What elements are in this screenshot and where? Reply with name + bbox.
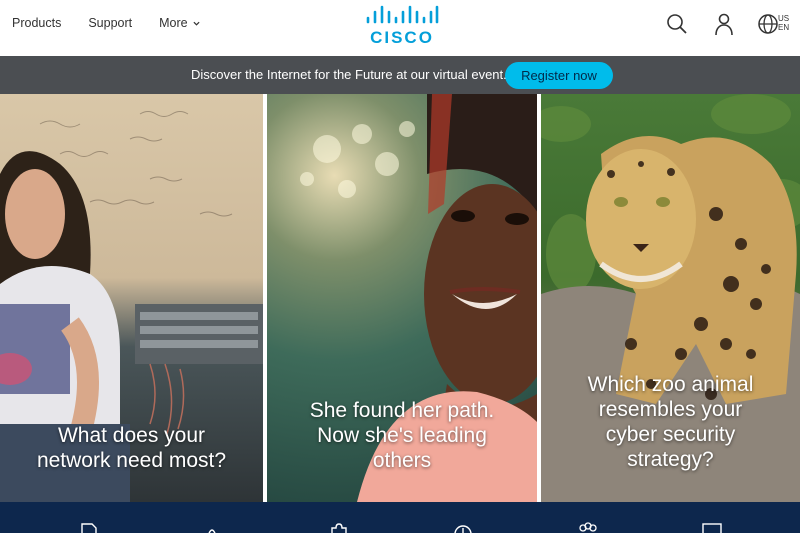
hero-panel-security[interactable]: Which zoo animal resembles your cyber se… [541, 94, 800, 502]
hero-caption-leader: She found her path. Now she's leading ot… [267, 398, 537, 473]
event-banner: Discover the Internet for the Future at … [0, 56, 800, 94]
locale-country: US [778, 14, 790, 23]
caption-line: network need most? [36, 449, 227, 472]
flame-icon[interactable] [202, 522, 222, 533]
caption-line: resembles your [598, 398, 743, 421]
hero-panels: What does your network need most? She fo… [0, 94, 800, 502]
globe-icon[interactable] [756, 12, 780, 36]
site-header: Products Support More CISCO US EN [0, 0, 800, 56]
hero-panel-leader[interactable]: She found her path. Now she's leading ot… [267, 94, 537, 502]
register-now-button[interactable]: Register now [505, 62, 613, 89]
hero-caption-security: Which zoo animal resembles your cyber se… [541, 372, 800, 472]
caption-line: cyber security [605, 423, 736, 446]
nav-more-label: More [159, 16, 188, 30]
logo-wordmark: CISCO [370, 28, 434, 47]
document-icon[interactable] [80, 522, 100, 533]
main-nav: Products Support More [12, 16, 200, 30]
search-icon[interactable] [665, 12, 689, 36]
hero-panel-network[interactable]: What does your network need most? [0, 94, 263, 502]
nav-more[interactable]: More [159, 16, 200, 30]
caption-line: Which zoo animal [587, 373, 754, 396]
monitor-icon[interactable] [702, 522, 722, 533]
hero-caption-network: What does your network need most? [0, 423, 263, 473]
puzzle-icon[interactable] [329, 522, 349, 533]
clock-icon[interactable] [453, 522, 473, 533]
caption-line: strategy? [627, 448, 714, 471]
nav-products[interactable]: Products [12, 16, 61, 30]
chevron-down-icon [193, 21, 200, 26]
caption-line: Now she's leading [317, 424, 487, 447]
nav-support[interactable]: Support [88, 16, 132, 30]
locale-language: EN [778, 23, 790, 32]
caption-line: others [372, 449, 432, 472]
locale-selector[interactable]: US EN [778, 14, 789, 32]
banner-text: Discover the Internet for the Future at … [191, 67, 507, 82]
user-icon[interactable] [712, 12, 736, 36]
bottom-icon-bar [0, 502, 800, 533]
cisco-logo[interactable]: CISCO [363, 4, 441, 48]
caption-line: She found her path. [309, 399, 495, 422]
people-icon[interactable] [578, 522, 598, 533]
cisco-bridge-icon [366, 5, 439, 24]
caption-line: What does your [57, 424, 206, 447]
